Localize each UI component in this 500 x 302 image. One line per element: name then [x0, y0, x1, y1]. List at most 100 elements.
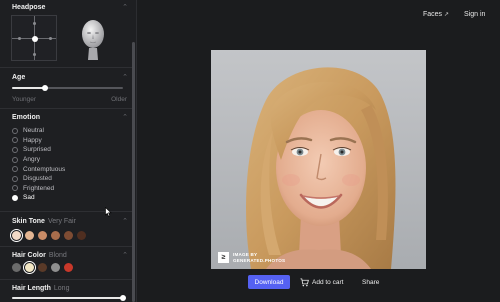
watermark-text: IMAGE BY GENERATED.PHOTOS — [233, 252, 285, 263]
hair-color-swatch[interactable] — [38, 263, 47, 272]
age-title: Age — [12, 73, 26, 81]
divider — [0, 67, 132, 68]
sign-in-link[interactable]: Sign in — [464, 11, 485, 18]
divider — [0, 108, 132, 109]
chevron-up-icon[interactable]: ⌃ — [122, 114, 128, 121]
emotion-option[interactable]: Angry — [12, 155, 65, 165]
emotion-option-label: Sad — [23, 194, 35, 202]
download-button[interactable]: Download — [248, 275, 290, 289]
hair-color-swatches — [12, 261, 73, 274]
age-range-labels: Younger Older — [12, 96, 127, 103]
mouse-cursor-icon — [105, 207, 112, 217]
emotion-option[interactable]: Sad — [12, 193, 65, 203]
divider — [0, 211, 132, 212]
age-slider[interactable] — [12, 85, 123, 91]
hair-length-title-text: Hair Length — [12, 284, 51, 292]
hair-color-swatch[interactable] — [51, 263, 60, 272]
age-slider-thumb[interactable] — [42, 85, 48, 91]
radio-button[interactable] — [12, 156, 18, 163]
hair-color-header[interactable]: Hair Color Blond ⌃ — [12, 250, 128, 260]
radio-button[interactable] — [12, 194, 18, 201]
chevron-up-icon[interactable]: ⌃ — [122, 218, 128, 225]
emotion-options: Neutral Happy Surprised Angry Contemptuous Di… — [12, 126, 65, 203]
external-link-icon: ↗ — [444, 12, 450, 18]
hair-color-title-text: Hair Color — [12, 251, 46, 259]
watermark-line-2: GENERATED.PHOTOS — [233, 257, 286, 263]
headpose-tick — [33, 22, 36, 25]
emotion-option-label: Angry — [23, 156, 40, 164]
add-to-cart-label: Add to cart — [312, 278, 344, 286]
headpose-tick — [49, 37, 52, 40]
hair-length-slider-fill — [12, 297, 123, 299]
emotion-option-label: Disgusted — [23, 175, 52, 183]
share-button[interactable]: Share — [362, 275, 379, 289]
emotion-option[interactable]: Surprised — [12, 145, 65, 155]
skin-tone-swatch[interactable] — [10, 229, 23, 242]
headpose-pad[interactable] — [11, 15, 57, 61]
head-model-icon — [82, 20, 104, 60]
skin-tone-swatch[interactable] — [25, 231, 34, 240]
sidebar-scrollbar[interactable] — [132, 42, 135, 302]
emotion-option[interactable]: Contemptuous — [12, 164, 65, 174]
emotion-header[interactable]: Emotion ⌃ — [12, 112, 128, 122]
hair-length-title: Hair Length Long — [12, 285, 69, 292]
emotion-option[interactable]: Disgusted — [12, 174, 65, 184]
chevron-up-icon[interactable]: ⌃ — [122, 4, 128, 11]
hair-color-swatch[interactable] — [12, 263, 21, 272]
emotion-option-label: Frightened — [23, 184, 55, 192]
headpose-header[interactable]: Headpose ⌃ — [12, 2, 128, 12]
add-to-cart-button[interactable]: Add to cart — [300, 275, 343, 289]
headpose-tick — [33, 53, 36, 56]
face-portrait-image — [211, 50, 426, 269]
radio-button[interactable] — [12, 175, 18, 182]
skin-tone-swatch[interactable] — [64, 231, 73, 240]
emotion-option-label: Happy — [23, 136, 42, 144]
divider — [0, 246, 132, 247]
emotion-option-label: Surprised — [23, 146, 51, 154]
radio-button[interactable] — [12, 127, 18, 134]
emotion-option-label: Neutral — [23, 127, 44, 135]
skin-tone-title: Skin Tone Very Fair — [12, 218, 76, 225]
age-header[interactable]: Age ⌃ — [12, 72, 128, 82]
emotion-option[interactable]: Happy — [12, 136, 65, 146]
generated-face-photo: ≥ IMAGE BY GENERATED.PHOTOS — [211, 50, 426, 269]
emotion-title: Emotion — [12, 113, 40, 121]
skin-tone-value: Very Fair — [47, 217, 76, 225]
hair-color-swatch[interactable] — [23, 261, 36, 274]
emotion-option[interactable]: Neutral — [12, 126, 65, 136]
faces-link-label: Faces — [423, 11, 443, 18]
headpose-title: Headpose — [12, 3, 46, 11]
emotion-option-label: Contemptuous — [23, 165, 66, 173]
radio-button[interactable] — [12, 146, 18, 153]
headpose-handle[interactable] — [32, 36, 38, 42]
divider — [0, 279, 132, 280]
hair-length-value: Long — [53, 284, 70, 292]
hair-length-slider-thumb[interactable] — [120, 295, 126, 301]
skin-tone-header[interactable]: Skin Tone Very Fair ⌃ — [12, 216, 128, 226]
hair-color-value: Blond — [48, 251, 67, 259]
age-slider-fill — [12, 87, 45, 89]
hair-length-slider[interactable] — [12, 295, 126, 301]
generated-photos-logo-icon: ≥ — [218, 252, 229, 263]
radio-button[interactable] — [12, 185, 18, 192]
emotion-option[interactable]: Frightened — [12, 184, 65, 194]
headpose-tick — [18, 37, 21, 40]
hair-length-header[interactable]: Hair Length Long — [12, 283, 128, 293]
skin-tone-title-text: Skin Tone — [12, 217, 45, 225]
radio-button[interactable] — [12, 166, 18, 173]
skin-tone-swatch[interactable] — [38, 231, 47, 240]
watermark: ≥ IMAGE BY GENERATED.PHOTOS — [218, 252, 285, 263]
left-panel: Headpose ⌃ Age ⌃ Younger Older Emotion ⌃… — [0, 0, 137, 302]
age-max-label: Older — [111, 96, 127, 103]
faces-link[interactable]: Faces ↗ — [423, 11, 449, 18]
chevron-up-icon[interactable]: ⌃ — [122, 74, 128, 81]
cart-plus-icon — [300, 277, 309, 286]
chevron-up-icon[interactable]: ⌃ — [122, 252, 128, 259]
hair-color-swatch[interactable] — [64, 263, 73, 272]
radio-button[interactable] — [12, 137, 18, 144]
skin-tone-swatch[interactable] — [77, 231, 86, 240]
skin-tone-swatches — [10, 229, 86, 242]
skin-tone-swatch[interactable] — [51, 231, 60, 240]
age-min-label: Younger — [12, 96, 36, 103]
hair-color-title: Hair Color Blond — [12, 252, 67, 259]
